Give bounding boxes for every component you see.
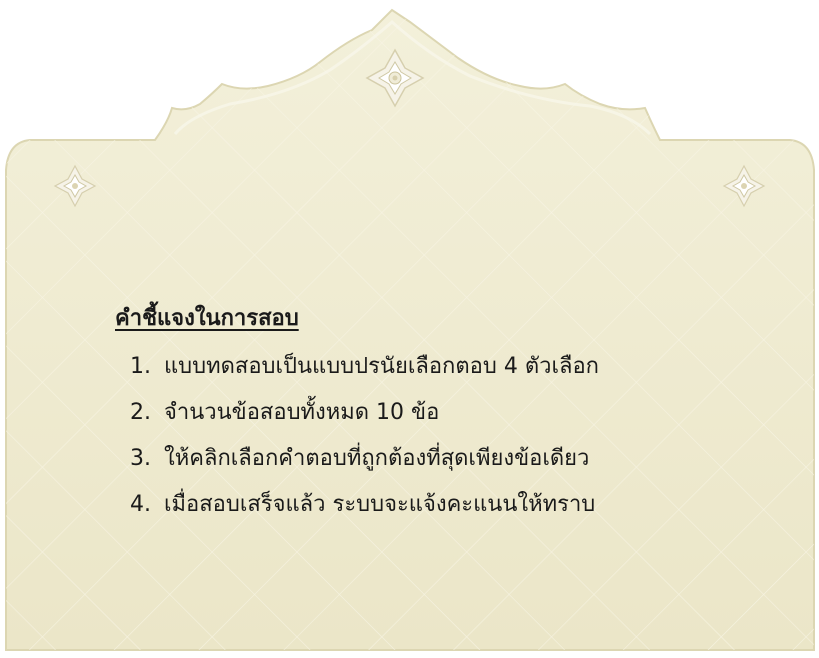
instruction-number: 2. — [130, 400, 151, 425]
instruction-item-1: 1. แบบทดสอบเป็นแบบปรนัยเลือกตอบ 4 ตัวเลือ… — [130, 344, 795, 390]
instruction-text: เมื่อสอบเสร็จแล้ว ระบบจะแจ้งคะแนนให้ทราบ — [164, 492, 596, 517]
instruction-item-2: 2. จำนวนข้อสอบทั้งหมด 10 ข้อ — [130, 390, 795, 436]
instruction-text: แบบทดสอบเป็นแบบปรนัยเลือกตอบ 4 ตัวเลือก — [164, 354, 600, 379]
instructions-panel: คำชี้แจงในการสอบ 1. แบบทดสอบเป็นแบบปรนัยเ… — [115, 300, 795, 528]
instruction-text: ให้คลิกเลือกคำตอบที่ถูกต้องที่สุดเพียงข้… — [164, 446, 590, 471]
instruction-number: 3. — [130, 446, 151, 471]
instruction-text: จำนวนข้อสอบทั้งหมด 10 ข้อ — [164, 400, 440, 425]
instruction-number: 1. — [130, 354, 151, 379]
instruction-item-3: 3. ให้คลิกเลือกคำตอบที่ถูกต้องที่สุดเพียง… — [130, 436, 795, 482]
instructions-heading: คำชี้แจงในการสอบ — [115, 306, 299, 331]
instruction-number: 4. — [130, 492, 151, 517]
instruction-item-4: 4. เมื่อสอบเสร็จแล้ว ระบบจะแจ้งคะแนนให้ทร… — [130, 482, 795, 528]
instructions-list: 1. แบบทดสอบเป็นแบบปรนัยเลือกตอบ 4 ตัวเลือ… — [115, 344, 795, 528]
